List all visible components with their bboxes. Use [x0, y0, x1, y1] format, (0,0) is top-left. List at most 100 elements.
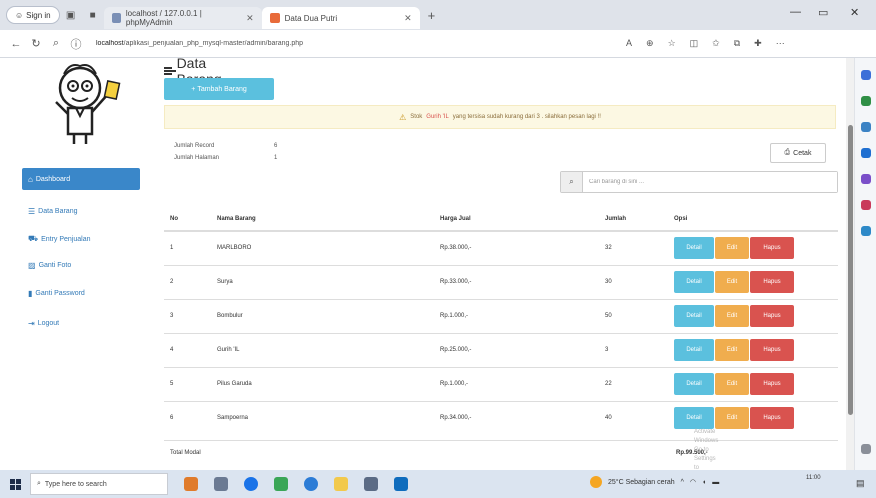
delete-button[interactable]: Hapus — [750, 339, 794, 361]
app-icon[interactable] — [394, 477, 408, 491]
watermark-line1: Activate Windows — [694, 429, 719, 444]
office-icon[interactable] — [861, 122, 871, 132]
low-stock-alert: ⚠ Stok Gurih 'IL yang tersisa sudah kura… — [164, 105, 836, 129]
sidebar-item-entry-penjualan[interactable]: ⛟ Entry Penjualan — [22, 228, 140, 250]
new-tab-icon[interactable]: + — [428, 8, 436, 23]
record-count-row: Jumlah Record 6 — [174, 143, 277, 149]
sidebar-item-logout[interactable]: ⇥ Logout — [22, 312, 140, 334]
taskbar-search[interactable]: ⌕ Type here to search — [30, 473, 168, 495]
file-explorer-icon[interactable] — [334, 477, 348, 491]
header-opsi: Opsi — [674, 207, 838, 232]
cell-nama: Gurih 'IL — [217, 332, 440, 367]
detail-button[interactable]: Detail — [674, 407, 714, 430]
discover-icon[interactable] — [861, 200, 871, 210]
edit-button[interactable]: Edit — [715, 407, 749, 430]
search-group: ⌕ — [560, 171, 838, 193]
settings-icon[interactable] — [861, 444, 871, 454]
read-aloud-icon[interactable]: A — [626, 38, 632, 49]
weather-icon[interactable] — [590, 476, 602, 488]
workspaces-icon[interactable]: ▣ — [60, 5, 82, 25]
widgets-icon[interactable] — [184, 477, 198, 491]
sidebar-item-ganti-foto[interactable]: ▨ Ganti Foto — [22, 254, 140, 276]
table-row: 2 Surya Rp.33.000,- 30 Detail Edit Hapus — [164, 264, 838, 299]
close-icon[interactable]: ✕ — [404, 13, 412, 24]
delete-button[interactable]: Hapus — [750, 305, 794, 327]
cell-harga: Rp.38.000,- — [440, 230, 605, 265]
tab-actions-icon[interactable]: ■ — [82, 5, 104, 25]
task-view-icon[interactable] — [214, 477, 228, 491]
start-button[interactable] — [0, 478, 30, 490]
app-icon[interactable] — [274, 477, 288, 491]
close-icon[interactable]: ✕ — [246, 13, 254, 24]
clock[interactable]: 11:00 — [806, 474, 821, 483]
print-icon: ⎙ — [784, 149, 791, 156]
edit-button[interactable]: Edit — [715, 237, 749, 260]
favorites-icon[interactable]: ✩ — [712, 38, 720, 49]
edit-button[interactable]: Edit — [715, 339, 749, 361]
cell-jumlah: 22 — [605, 366, 674, 401]
drop-icon[interactable] — [861, 226, 871, 236]
chevron-up-icon[interactable]: ^ — [681, 479, 684, 486]
edit-button[interactable]: Edit — [715, 305, 749, 327]
chrome-icon[interactable] — [244, 477, 258, 491]
tools-icon[interactable] — [861, 96, 871, 106]
detail-button[interactable]: Detail — [674, 339, 714, 361]
tab-data-dua-putri[interactable]: Data Dua Putri ✕ — [261, 7, 420, 29]
cell-harga: Rp.1.000,- — [440, 298, 605, 333]
items-table: No Nama Barang Harga Jual Jumlah Opsi 1 … — [164, 207, 838, 435]
zoom-icon[interactable]: ⊕ — [646, 38, 654, 49]
delete-button[interactable]: Hapus — [750, 271, 794, 293]
edge-icon[interactable] — [304, 477, 318, 491]
battery-icon[interactable]: ▬ — [712, 479, 719, 486]
search-icon[interactable] — [861, 70, 871, 80]
detail-button[interactable]: Detail — [674, 305, 714, 327]
page-scrollbar-thumb[interactable] — [848, 125, 853, 415]
header-nama-barang: Nama Barang — [217, 207, 440, 232]
volume-icon[interactable]: ◖ — [702, 479, 706, 486]
detail-button[interactable]: Detail — [674, 237, 714, 260]
add-item-button[interactable]: + Tambah Barang — [164, 78, 274, 100]
detail-button[interactable]: Detail — [674, 271, 714, 293]
sidebar-item-data-barang[interactable]: ☰ Data Barang — [22, 200, 140, 222]
lock-icon: ▮ — [28, 288, 33, 298]
clock-time: 11:00 — [806, 475, 821, 481]
tab-phpmyadmin[interactable]: localhost / 127.0.0.1 | phpMyAdmin ✕ — [103, 7, 262, 29]
extension-icon[interactable]: ✚ — [754, 38, 762, 49]
delete-button[interactable]: Hapus — [750, 407, 794, 430]
minimize-icon[interactable]: — — [790, 6, 801, 18]
page-count-label: Jumlah Halaman — [174, 155, 220, 161]
favicon-icon — [269, 13, 280, 23]
back-icon[interactable]: ← — [6, 38, 26, 50]
delete-button[interactable]: Hapus — [750, 237, 794, 260]
search-icon[interactable]: ⌕ — [46, 37, 66, 50]
app-icon[interactable] — [364, 477, 378, 491]
outlook-icon[interactable] — [861, 148, 871, 158]
sidebar-item-ganti-password[interactable]: ▮ Ganti Password — [22, 282, 140, 304]
collections-icon[interactable]: ⧉ — [734, 38, 740, 49]
cell-harga: Rp.33.000,- — [440, 264, 605, 299]
detail-button[interactable]: Detail — [674, 373, 714, 395]
url-field[interactable]: localhost/aplikasi_penjualan_php_mysql-m… — [96, 40, 576, 47]
cell-no: 1 — [164, 230, 217, 265]
taskbar: ⌕ Type here to search 25°C Sebagian cera… — [0, 470, 876, 498]
reload-icon[interactable]: ↻ — [26, 37, 46, 50]
sidebar-item-dashboard[interactable]: ⌂ Dashboard — [22, 168, 140, 190]
network-icon[interactable]: ◠ — [690, 478, 696, 486]
games-icon[interactable] — [861, 174, 871, 184]
profile-button[interactable]: ☺ Sign in — [6, 6, 60, 24]
add-item-label: Tambah Barang — [197, 85, 247, 93]
more-icon[interactable]: ⋯ — [776, 38, 785, 49]
sidebar: ⌂ Dashboard ☰ Data Barang ⛟ Entry Penjua… — [0, 58, 150, 470]
edit-button[interactable]: Edit — [715, 271, 749, 293]
search-input[interactable] — [583, 172, 837, 192]
maximize-icon[interactable]: ▭ — [818, 6, 828, 19]
close-window-icon[interactable]: ✕ — [850, 6, 859, 19]
delete-button[interactable]: Hapus — [750, 373, 794, 395]
table-row: 6 Sampoerna Rp.34.000,- 40 Detail Edit Hap… — [164, 400, 838, 435]
favorite-icon[interactable]: ☆ — [668, 38, 676, 49]
table-header-row: No Nama Barang Harga Jual Jumlah Opsi — [164, 207, 838, 232]
notifications-icon[interactable]: ▤ — [856, 478, 865, 489]
split-screen-icon[interactable]: ◫ — [690, 38, 699, 49]
edit-button[interactable]: Edit — [715, 373, 749, 395]
print-button[interactable]: ⎙ Cetak — [770, 143, 826, 163]
